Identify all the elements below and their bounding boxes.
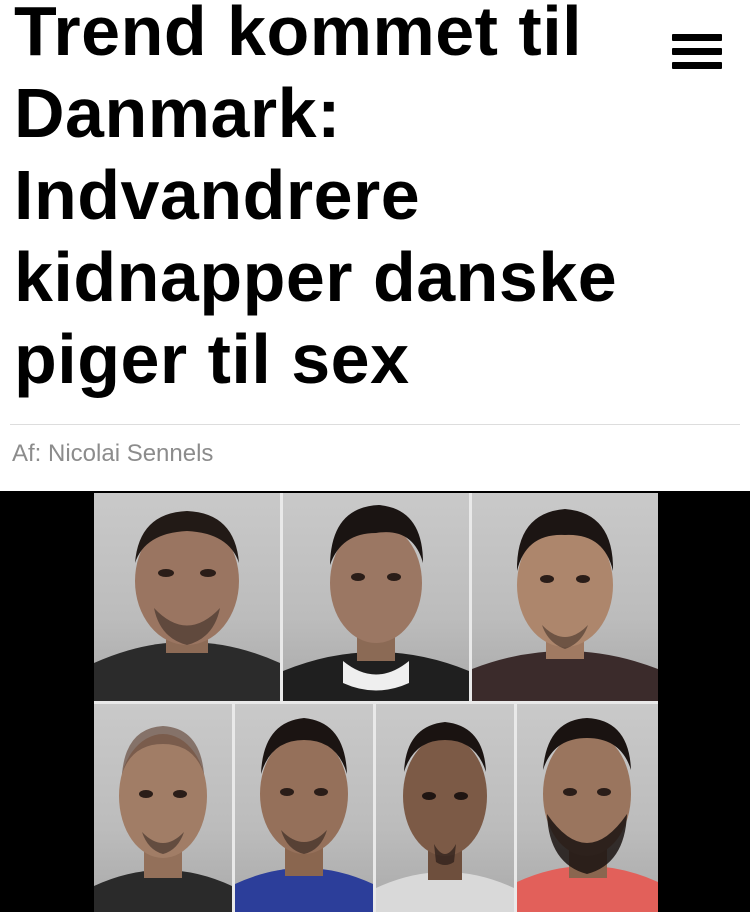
- person-icon: [376, 722, 514, 912]
- headline-line: kidnapper danske: [14, 238, 618, 316]
- headline-line: piger til sex: [14, 320, 410, 398]
- mugshot-photo: [235, 704, 373, 912]
- person-icon: [235, 718, 373, 912]
- mugshot-photo: [283, 493, 469, 701]
- menu-bar: [672, 34, 722, 41]
- mugshot-photo: [94, 493, 280, 701]
- mugshot-photo: [472, 493, 658, 701]
- person-icon: [472, 509, 658, 701]
- divider: [10, 424, 740, 425]
- person-icon: [283, 505, 469, 701]
- person-icon: [94, 726, 232, 912]
- article-image: [0, 491, 750, 912]
- menu-bar: [672, 62, 722, 69]
- headline-line: Danmark:: [14, 74, 341, 152]
- hamburger-menu-icon[interactable]: [668, 30, 726, 74]
- person-icon: [517, 718, 658, 912]
- article-byline: Af: Nicolai Sennels: [12, 440, 214, 467]
- mugshot-photo: [94, 704, 232, 912]
- mugshot-photo: [517, 704, 658, 912]
- person-icon: [94, 511, 280, 701]
- mugshot-grid: [94, 493, 658, 912]
- mugshot-photo: [376, 704, 514, 912]
- headline-line: Trend kommet til: [14, 0, 583, 70]
- menu-bar: [672, 48, 722, 55]
- headline-line: Indvandrere: [14, 156, 421, 234]
- article-headline: Trend kommet til Danmark: Indvandrere ki…: [14, 0, 664, 400]
